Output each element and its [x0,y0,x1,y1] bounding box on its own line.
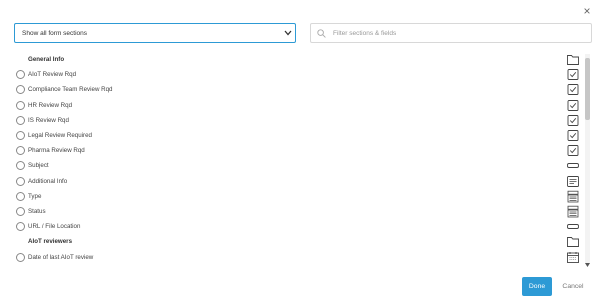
checkbox-icon [566,83,580,96]
cancel-button[interactable]: Cancel [558,277,588,296]
checkbox-icon [566,114,580,127]
dropdown-list-icon [566,190,580,203]
field-row[interactable]: AIoT Review Rqd [0,67,582,82]
field-label: Date of last AIoT review [28,253,94,261]
field-radio[interactable] [16,146,25,156]
field-radio[interactable] [16,70,25,80]
field-row[interactable]: URL / File Location [0,219,582,234]
field-radio[interactable] [16,85,25,95]
section-row: AIoT reviewers [0,234,582,249]
field-row[interactable]: Pharma Review Rqd [0,143,582,158]
field-row[interactable]: Type [0,189,582,204]
field-label: Additional Info [28,177,68,185]
field-label: URL / File Location [28,223,81,231]
search-input[interactable] [333,29,573,37]
scroll-down-arrow-icon[interactable] [585,255,590,267]
textarea-icon [566,175,580,188]
field-list: General Info AIoT Review Rqd Compliance Te… [0,50,600,264]
field-radio[interactable] [16,252,25,262]
field-radio[interactable] [16,176,25,186]
text-field-icon [566,159,580,172]
field-label: Type [28,192,42,200]
section-filter-value: Show all form sections [22,29,88,37]
field-label: Compliance Team Review Rqd [28,86,113,94]
checkbox-icon [566,99,580,112]
folder-icon [566,53,580,66]
field-row[interactable]: HR Review Rqd [0,98,582,113]
folder-icon [566,235,580,248]
search-icon [317,28,327,38]
field-label: Status [28,208,46,215]
section-label: AIoT reviewers [28,238,73,246]
field-radio[interactable] [16,115,25,125]
checkbox-icon [566,129,580,142]
field-radio[interactable] [16,131,25,140]
field-label: AIoT Review Rqd [28,71,77,79]
field-radio[interactable] [16,222,25,232]
text-field-icon [566,220,580,233]
field-row[interactable]: Compliance Team Review Rqd [0,82,582,97]
section-filter-select[interactable]: Show all form sections [14,23,296,43]
field-row[interactable]: Legal Review Required [0,128,582,143]
field-radio[interactable] [16,100,25,110]
checkbox-icon [566,144,580,157]
dropdown-list-icon [566,205,580,218]
close-icon[interactable]: × [580,4,594,18]
checkbox-icon [566,68,580,81]
field-radio[interactable] [16,191,25,201]
field-row[interactable]: Subject [0,158,582,173]
field-label: Legal Review Required [28,132,92,139]
field-row[interactable]: IS Review Rqd [0,113,582,128]
field-radio[interactable] [16,161,25,171]
section-row: General Info [0,52,582,67]
field-radio[interactable] [16,207,25,216]
field-label: Subject [28,162,49,170]
done-button[interactable]: Done [522,277,552,296]
field-label: IS Review Rqd [28,116,69,124]
section-label: General Info [28,56,65,63]
field-row[interactable]: Date of last AIoT review [0,250,582,264]
field-label: HR Review Rqd [28,101,73,109]
chevron-down-icon [281,26,295,40]
field-row[interactable]: Additional Info [0,174,582,189]
field-row[interactable]: Status [0,204,582,219]
search-box [310,23,592,43]
scroll-thumb[interactable] [585,58,590,120]
scrollbar[interactable] [584,54,591,267]
calendar-icon [566,251,580,264]
field-label: Pharma Review Rqd [28,147,85,155]
